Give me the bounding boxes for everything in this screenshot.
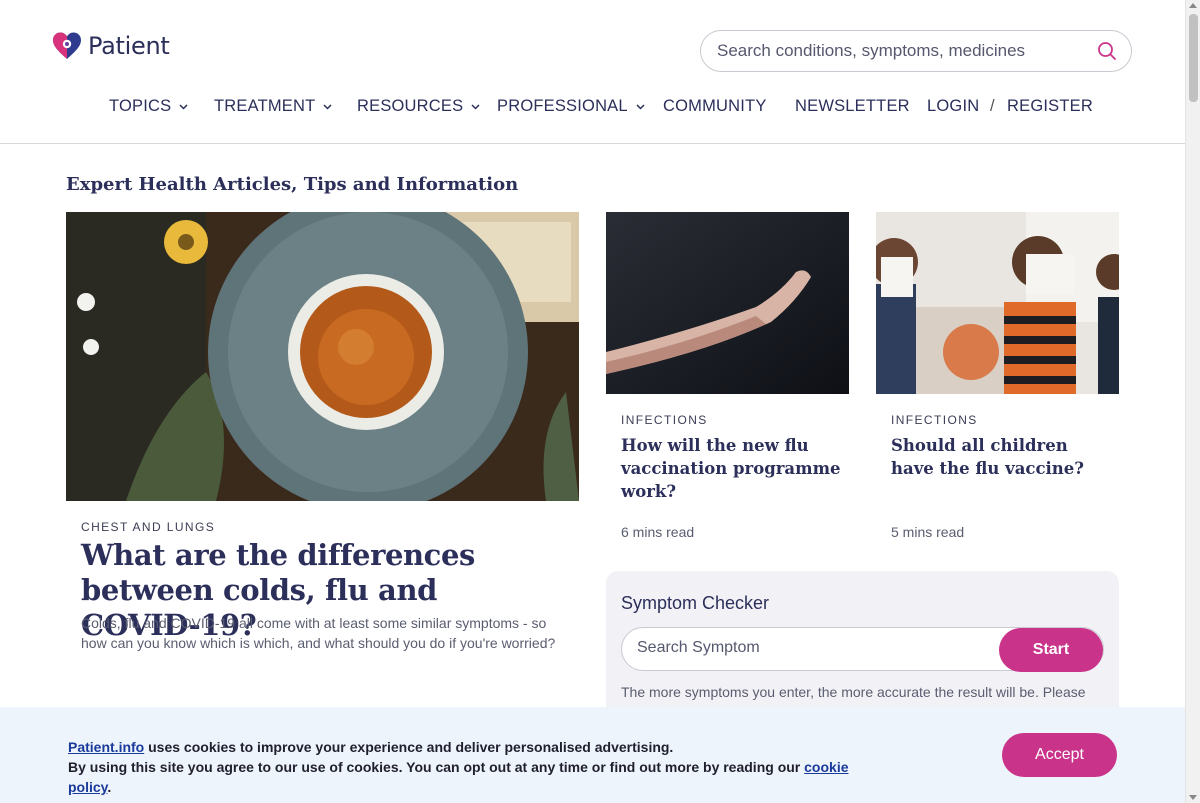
- cookie-message: Patient.info uses cookies to improve you…: [68, 737, 888, 797]
- hero-article-image[interactable]: [66, 212, 579, 501]
- scroll-up-arrow-icon[interactable]: [1189, 3, 1197, 8]
- site-search[interactable]: [700, 30, 1132, 72]
- article-card-read-time: 6 mins read: [621, 524, 695, 540]
- main-nav: TOPICS TREATMENT RESOURCES PROFESSIONAL …: [0, 97, 1185, 121]
- accept-cookies-button[interactable]: Accept: [1002, 733, 1117, 777]
- tea-cup-image: [66, 212, 579, 501]
- article-card-title[interactable]: How will the new flu vaccination program…: [621, 434, 841, 503]
- nav-topics[interactable]: TOPICS: [109, 97, 188, 116]
- cookie-line2-end: .: [107, 779, 112, 795]
- hero-category[interactable]: CHEST AND LUNGS: [81, 520, 215, 534]
- nav-topics-label: TOPICS: [109, 97, 172, 115]
- site-header: Patient TOPICS TREATMENT RESOURCES PROFE…: [0, 0, 1185, 144]
- patient-logo[interactable]: Patient: [52, 31, 170, 61]
- nav-resources[interactable]: RESOURCES: [357, 97, 480, 116]
- nav-separator: /: [990, 97, 995, 115]
- search-input[interactable]: [717, 41, 1097, 61]
- chevron-down-icon: [323, 103, 332, 110]
- start-button[interactable]: Start: [999, 628, 1103, 672]
- article-card-read-time: 5 mins read: [891, 524, 965, 540]
- article-card-image[interactable]: [606, 212, 849, 394]
- nav-login[interactable]: LOGIN: [927, 97, 979, 116]
- cookie-line1: uses cookies to improve your experience …: [144, 739, 674, 755]
- nav-professional-label: PROFESSIONAL: [497, 97, 628, 115]
- page-scrollbar[interactable]: [1185, 0, 1200, 803]
- arm-image: [606, 212, 849, 394]
- article-card-title[interactable]: Should all children have the flu vaccine…: [891, 434, 1111, 480]
- article-card[interactable]: INFECTIONS How will the new flu vaccinat…: [606, 212, 849, 540]
- article-card-category[interactable]: INFECTIONS: [891, 413, 978, 427]
- section-title: Expert Health Articles, Tips and Informa…: [66, 174, 519, 195]
- nav-resources-label: RESOURCES: [357, 97, 464, 115]
- article-card-category[interactable]: INFECTIONS: [621, 413, 708, 427]
- article-card-image[interactable]: [876, 212, 1119, 394]
- nav-register[interactable]: REGISTER: [1007, 97, 1093, 116]
- search-icon[interactable]: [1097, 41, 1117, 61]
- heart-logo-icon: [53, 32, 81, 59]
- article-card[interactable]: INFECTIONS Should all children have the …: [876, 212, 1119, 540]
- symptom-search-input[interactable]: [637, 639, 977, 657]
- hero-description: Colds, flu and COVID-19 all come with at…: [81, 615, 556, 651]
- chevron-down-icon: [471, 103, 480, 110]
- symptom-search-field[interactable]: Start: [621, 627, 1104, 672]
- brand-name: Patient: [88, 32, 170, 60]
- patient-info-link[interactable]: Patient.info: [68, 739, 144, 755]
- cookie-line2: By using this site you agree to our use …: [68, 759, 805, 775]
- nav-newsletter[interactable]: NEWSLETTER: [795, 97, 910, 116]
- chevron-down-icon: [636, 103, 645, 110]
- nav-professional[interactable]: PROFESSIONAL: [497, 97, 645, 116]
- symptom-checker-title: Symptom Checker: [621, 593, 770, 613]
- symptom-checker-note: The more symptoms you enter, the more ac…: [621, 684, 1086, 700]
- nav-treatment[interactable]: TREATMENT: [214, 97, 332, 116]
- nav-community[interactable]: COMMUNITY: [663, 97, 767, 116]
- chevron-down-icon: [179, 103, 188, 110]
- scroll-down-arrow-icon[interactable]: [1189, 795, 1197, 800]
- cookie-banner: Patient.info uses cookies to improve you…: [0, 707, 1185, 803]
- children-image: [876, 212, 1119, 394]
- scrollbar-thumb[interactable]: [1189, 14, 1198, 102]
- nav-treatment-label: TREATMENT: [214, 97, 316, 115]
